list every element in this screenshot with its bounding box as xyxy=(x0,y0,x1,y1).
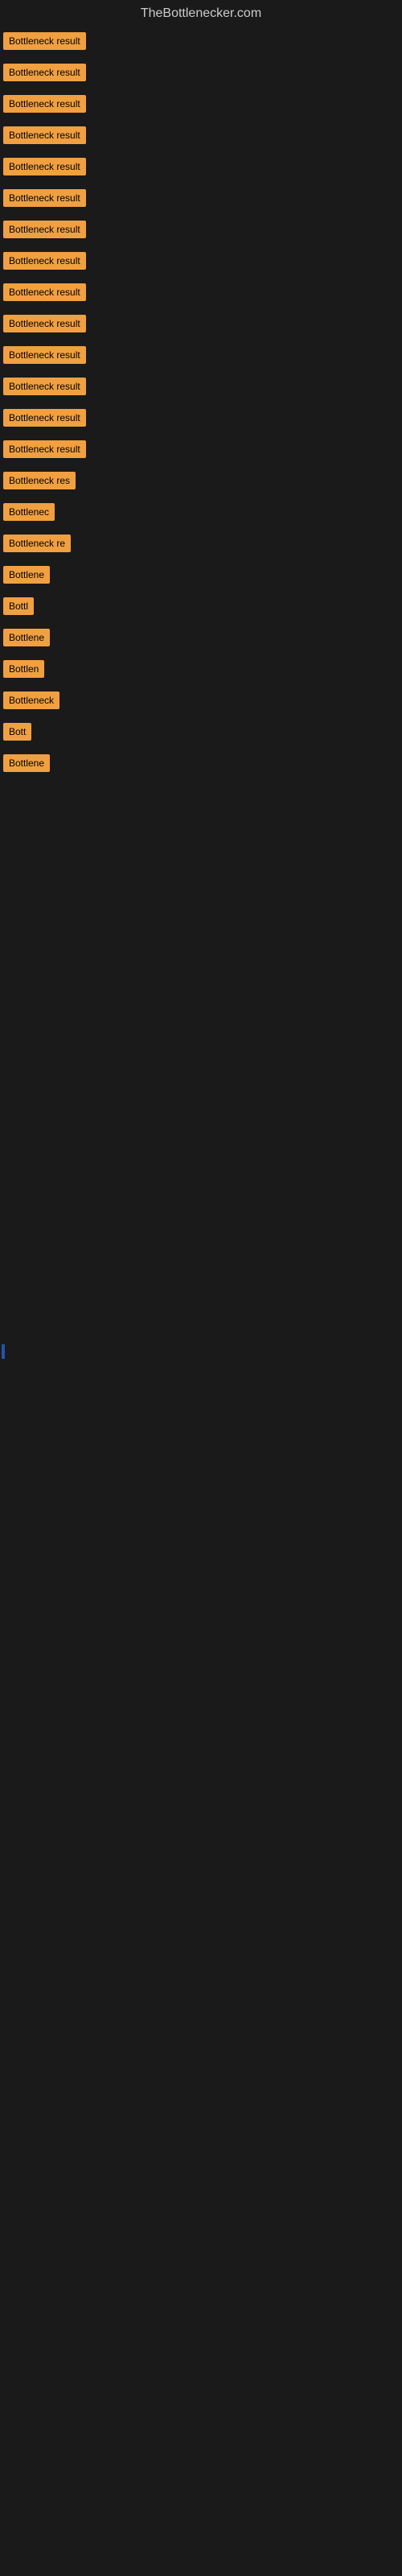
bottleneck-badge-3[interactable]: Bottleneck result xyxy=(3,95,86,113)
bottleneck-badge-22[interactable]: Bottleneck xyxy=(3,691,59,709)
bottleneck-row-15: Bottleneck res xyxy=(0,467,402,498)
bottleneck-badge-1[interactable]: Bottleneck result xyxy=(3,32,86,50)
bottleneck-row-12: Bottleneck result xyxy=(0,373,402,404)
bottleneck-row-3: Bottleneck result xyxy=(0,90,402,122)
bottleneck-badge-18[interactable]: Bottlene xyxy=(3,566,50,584)
bottleneck-row-6: Bottleneck result xyxy=(0,184,402,216)
bottleneck-row-2: Bottleneck result xyxy=(0,59,402,90)
bottleneck-row-8: Bottleneck result xyxy=(0,247,402,279)
page-wrapper: TheBottlenecker.com Bottleneck resultBot… xyxy=(0,0,402,2576)
rows-container: Bottleneck result Bottleneck result Bottle… xyxy=(0,27,402,781)
bottleneck-badge-12[interactable]: Bottleneck result xyxy=(3,378,86,395)
bottleneck-badge-6[interactable]: Bottleneck result xyxy=(3,189,86,207)
bottleneck-badge-13[interactable]: Bottleneck result xyxy=(3,409,86,427)
bottom-bar xyxy=(2,1344,5,1359)
bottleneck-row-5: Bottleneck result xyxy=(0,153,402,184)
bottleneck-badge-24[interactable]: Bottlene xyxy=(3,754,50,772)
bottleneck-row-10: Bottleneck result xyxy=(0,310,402,341)
bottleneck-badge-23[interactable]: Bott xyxy=(3,723,31,741)
site-title: TheBottlenecker.com xyxy=(0,0,402,27)
empty-lower-section xyxy=(0,781,402,1344)
bottleneck-badge-16[interactable]: Bottlenec xyxy=(3,503,55,521)
bottom-indicator-section xyxy=(0,1344,402,1371)
bottleneck-badge-5[interactable]: Bottleneck result xyxy=(3,158,86,175)
bottleneck-row-23: Bott xyxy=(0,718,402,749)
bottleneck-row-20: Bottlene xyxy=(0,624,402,655)
bottleneck-badge-2[interactable]: Bottleneck result xyxy=(3,64,86,81)
bottleneck-badge-19[interactable]: Bottl xyxy=(3,597,34,615)
bottleneck-badge-17[interactable]: Bottleneck re xyxy=(3,535,71,552)
bottleneck-badge-14[interactable]: Bottleneck result xyxy=(3,440,86,458)
bottleneck-row-18: Bottlene xyxy=(0,561,402,592)
bottleneck-row-16: Bottlenec xyxy=(0,498,402,530)
bottleneck-row-22: Bottleneck xyxy=(0,687,402,718)
bottleneck-row-21: Bottlen xyxy=(0,655,402,687)
bottleneck-row-1: Bottleneck result xyxy=(0,27,402,59)
bottleneck-row-19: Bottl xyxy=(0,592,402,624)
bottleneck-badge-15[interactable]: Bottleneck res xyxy=(3,472,76,489)
bottleneck-badge-4[interactable]: Bottleneck result xyxy=(3,126,86,144)
bottleneck-badge-9[interactable]: Bottleneck result xyxy=(3,283,86,301)
bottleneck-row-11: Bottleneck result xyxy=(0,341,402,373)
footer-space xyxy=(0,1371,402,1693)
bottleneck-row-7: Bottleneck result xyxy=(0,216,402,247)
bottleneck-badge-10[interactable]: Bottleneck result xyxy=(3,315,86,332)
bottleneck-badge-21[interactable]: Bottlen xyxy=(3,660,44,678)
bottleneck-badge-7[interactable]: Bottleneck result xyxy=(3,221,86,238)
bottleneck-row-4: Bottleneck result xyxy=(0,122,402,153)
bottleneck-row-17: Bottleneck re xyxy=(0,530,402,561)
bottleneck-row-9: Bottleneck result xyxy=(0,279,402,310)
bottleneck-badge-20[interactable]: Bottlene xyxy=(3,629,50,646)
bottleneck-badge-8[interactable]: Bottleneck result xyxy=(3,252,86,270)
bottleneck-row-14: Bottleneck result xyxy=(0,436,402,467)
bottleneck-row-24: Bottlene xyxy=(0,749,402,781)
bottleneck-badge-11[interactable]: Bottleneck result xyxy=(3,346,86,364)
bottleneck-row-13: Bottleneck result xyxy=(0,404,402,436)
